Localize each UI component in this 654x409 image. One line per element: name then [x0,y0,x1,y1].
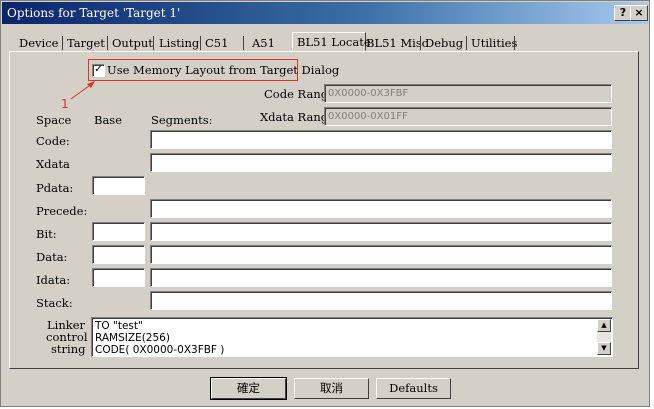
data-row-label: Data: [36,250,68,264]
linker-line: TO "test" [95,320,143,332]
code-segments-input[interactable] [150,130,612,149]
tab-bl51-misc[interactable]: BL51 Misc [366,35,428,51]
xdata-row-label: Xdata [36,157,70,171]
cancel-button[interactable]: 取消 [294,378,369,399]
linker-line: RAMSIZE(256) [95,332,170,344]
code-range-field: 0X0000-0X3FBF [324,84,612,103]
annotation-number: 1 [61,97,69,111]
space-header: Space [36,113,72,127]
linker-label-line: string [51,342,86,356]
stack-segments-input[interactable] [150,291,612,310]
tab-output[interactable]: Output [112,35,153,51]
defaults-button[interactable]: Defaults [376,378,451,399]
tab-debug[interactable]: Debug [425,35,463,51]
pdata-row-label: Pdata: [36,181,74,195]
precede-row-label: Precede: [36,204,88,218]
window-title: Options for Target 'Target 1' [7,6,181,20]
linker-line: CODE( 0X0000-0X3FBF ) [95,344,225,356]
xdata-range-field: 0X0000-0X01FF [324,107,612,126]
close-icon[interactable]: × [630,5,648,21]
tab-target[interactable]: Target [67,35,105,51]
bit-row-label: Bit: [36,227,57,241]
linker-control-string[interactable]: TO "test" RAMSIZE(256) CODE( 0X0000-0X3F… [91,317,613,357]
segments-header: Segments: [151,113,213,127]
linker-scrollbar[interactable]: ▲ ▼ [597,319,611,355]
title-bar[interactable]: Options for Target 'Target 1' ? × [2,2,648,24]
base-header: Base [94,113,123,127]
code-row-label: Code: [36,134,70,148]
stack-row-label: Stack: [36,296,73,310]
data-base-input[interactable] [92,245,145,264]
tab-device[interactable]: Device [19,35,58,51]
tab-utilities[interactable]: Utilities [471,35,517,51]
use-memory-layout-label[interactable]: Use Memory Layout from Target Dialog [107,63,339,77]
precede-segments-input[interactable] [150,199,612,218]
scroll-up-icon[interactable]: ▲ [597,319,611,332]
pdata-base-input[interactable] [92,176,145,195]
tab-listing[interactable]: Listing [159,35,199,51]
tab-a51[interactable]: A51 [252,35,275,51]
tab-c51[interactable]: C51 [205,35,228,51]
bit-segments-input[interactable] [150,222,612,241]
xdata-segments-input[interactable] [150,153,612,172]
scroll-down-icon[interactable]: ▼ [597,342,611,355]
bit-base-input[interactable] [92,222,145,241]
tab-bl51-locate[interactable]: BL51 Locate [292,32,371,51]
ok-button[interactable]: 確定 [210,377,287,400]
options-dialog: Options for Target 'Target 1' ? × Device… [0,0,650,407]
idata-row-label: Idata: [36,273,71,287]
data-segments-input[interactable] [150,245,612,264]
use-memory-layout-checkbox[interactable]: ✓ [92,64,105,77]
idata-base-input[interactable] [92,268,145,287]
idata-segments-input[interactable] [150,268,612,287]
